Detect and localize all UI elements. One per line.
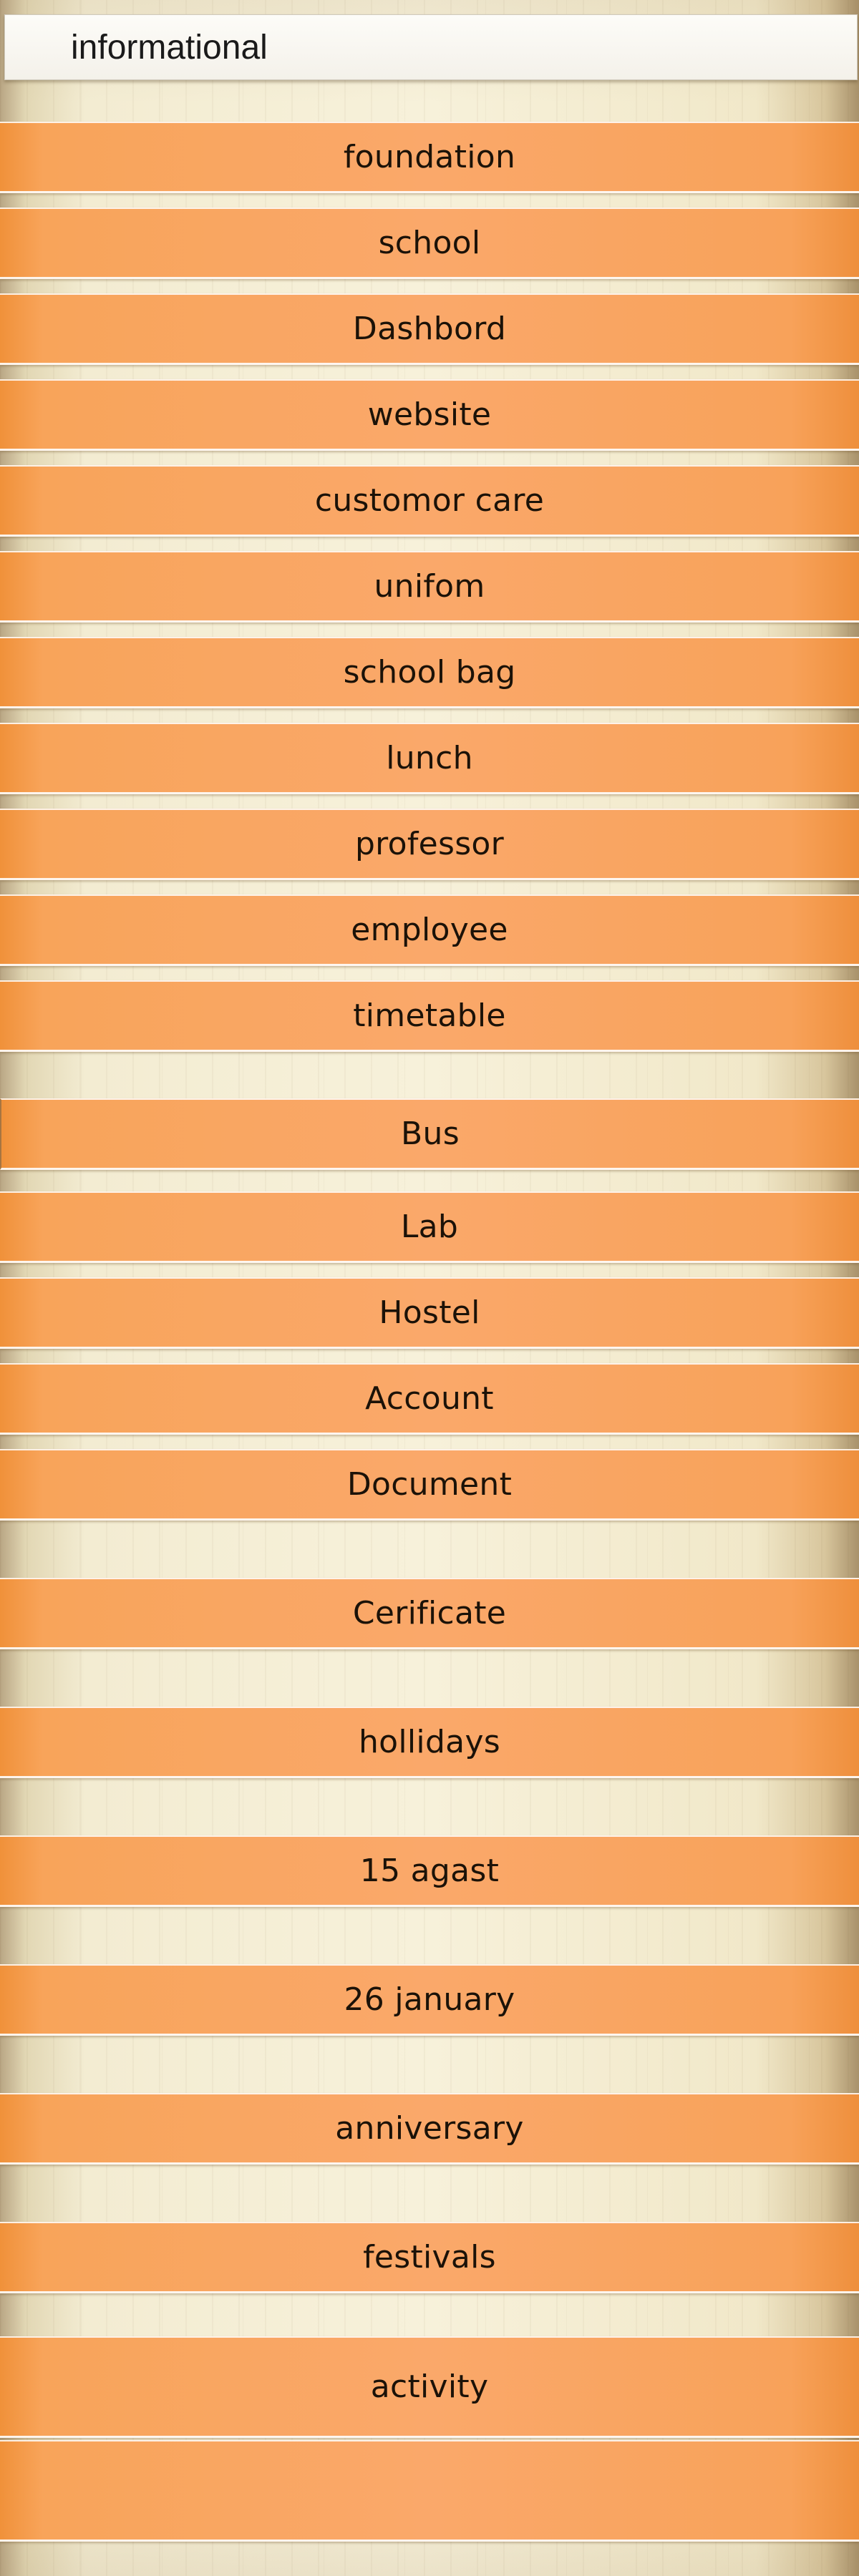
menu-item-lunch[interactable]: lunch [0,723,859,794]
menu-item-label: Lab [400,1209,459,1245]
menu-item-label: school bag [343,654,516,691]
page-title: informational [71,29,268,67]
menu-item-activity[interactable]: activity [0,2336,859,2438]
menu-item-label: anniversary [335,2110,524,2147]
menu-item-label: customor care [314,482,545,519]
menu-item-foundation[interactable]: foundation [0,122,859,193]
menu-item-label: activity [370,2368,489,2405]
menu-item-label: Dashbord [352,311,507,347]
menu-item-holidays[interactable]: hollidays [0,1707,859,1778]
menu-item-customer-care[interactable]: customor care [0,465,859,537]
menu-item-label: employee [351,912,508,948]
menu-item-uniform[interactable]: unifom [0,551,859,623]
menu-item-label: professor [354,826,505,862]
menu-item-employee[interactable]: employee [0,894,859,966]
menu-item-label: Account [365,1380,494,1417]
menu-item-festivals[interactable]: festivals [0,2222,859,2293]
menu-item-label: Cerificate [352,1595,507,1631]
menu-item-blank[interactable] [0,2440,859,2542]
menu-item-label: lunch [386,740,473,776]
menu-item-label [0,2441,859,2540]
menu-item-bus[interactable]: Bus [0,1098,859,1170]
menu-item-dashboard[interactable]: Dashbord [0,293,859,365]
menu-item-hostel[interactable]: Hostel [0,1277,859,1349]
menu-item-website[interactable]: website [0,379,859,451]
menu-item-label: timetable [353,997,506,1034]
menu-item-label: school [378,225,481,261]
menu-item-account[interactable]: Account [0,1363,859,1435]
menu-item-school[interactable]: school [0,208,859,279]
menu-item-professor[interactable]: professor [0,809,859,880]
menu-item-label: foundation [343,139,516,175]
header-bar: informational [4,14,858,80]
menu-item-label: Bus [401,1116,460,1152]
menu-item-label: 15 agast [359,1853,500,1889]
menu-item-label: hollidays [358,1724,501,1760]
menu-item-label: Document [346,1466,513,1503]
menu-item-15-august[interactable]: 15 agast [0,1835,859,1907]
menu-item-label: website [367,396,492,433]
menu-item-certificate[interactable]: Cerificate [0,1578,859,1649]
menu-item-lab[interactable]: Lab [0,1191,859,1263]
menu-item-label: unifom [374,568,485,605]
menu-item-timetable[interactable]: timetable [0,980,859,1052]
menu-item-school-bag[interactable]: school bag [0,637,859,708]
menu-item-label: 26 january [344,1981,515,2018]
menu-item-label: Hostel [379,1294,480,1331]
menu-item-26-january[interactable]: 26 january [0,1964,859,2036]
menu-item-label: festivals [363,2239,496,2275]
menu-item-anniversary[interactable]: anniversary [0,2093,859,2165]
menu-item-document[interactable]: Document [0,1449,859,1521]
